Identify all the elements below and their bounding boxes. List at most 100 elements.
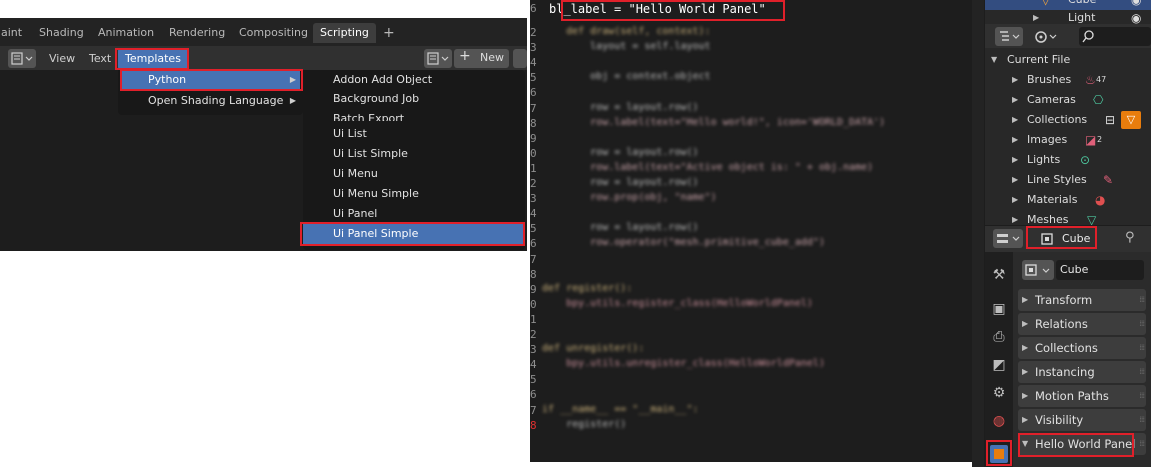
chevron-right-icon[interactable]: ▶: [1012, 110, 1018, 130]
outliner-item-line-styles[interactable]: ▶ Line Styles ✎: [985, 170, 1151, 190]
chevron-right-icon: ▶: [289, 96, 296, 105]
panel-visibility[interactable]: ▶ Visibility ⁞⁞⁞: [1018, 409, 1146, 431]
chevron-right-icon[interactable]: ▶: [1012, 210, 1018, 225]
template-batch-export[interactable]: Batch Export: [333, 109, 404, 121]
template-addon-add-object[interactable]: Addon Add Object: [333, 70, 432, 90]
line-number: 9: [530, 132, 537, 145]
object-data-icon: [1025, 264, 1050, 276]
object-tab-button[interactable]: [990, 445, 1008, 463]
template-ui-panel-simple[interactable]: Ui Panel Simple: [303, 224, 523, 244]
code-editor[interactable]: 6 2 def draw(self, context): 3 layout = se…: [530, 0, 972, 462]
chevron-right-icon: ▶: [1022, 295, 1029, 304]
area-separator[interactable]: [972, 0, 984, 467]
line-number: 2: [530, 328, 537, 341]
outliner-search-field[interactable]: [1079, 27, 1151, 46]
template-ui-menu-simple[interactable]: Ui Menu Simple: [333, 184, 419, 204]
tool-tab-icon[interactable]: ⚒: [990, 266, 1008, 284]
outliner-item-materials[interactable]: ▶ Materials ◕: [985, 190, 1151, 210]
template-background-job[interactable]: Background Job: [333, 89, 419, 109]
drag-handle-icon[interactable]: ⁞⁞⁞: [1139, 313, 1145, 335]
tab-scripting[interactable]: Scripting: [313, 23, 376, 43]
text-browse-button[interactable]: [424, 49, 452, 68]
drag-handle-icon[interactable]: ⁞⁞⁞: [1139, 337, 1145, 359]
render-tab-icon[interactable]: ▣: [990, 300, 1008, 318]
world-tab-icon[interactable]: ◍: [990, 412, 1008, 430]
osl-menu-item[interactable]: Open Shading Language ▶: [122, 91, 300, 111]
chevron-right-icon[interactable]: ▶: [1012, 150, 1018, 170]
view-layer-tab-icon[interactable]: ◩: [990, 356, 1008, 374]
drag-handle-icon[interactable]: ⁞⁞⁞: [1139, 361, 1145, 383]
output-tab-icon[interactable]: ⎙: [990, 328, 1008, 346]
images-count: 2: [1097, 135, 1103, 144]
outliner-item-collections[interactable]: ▶ Collections ⊟ ▽: [985, 110, 1151, 130]
outliner-editor-type-button[interactable]: [995, 27, 1023, 46]
chevron-right-icon[interactable]: ▶: [1012, 90, 1018, 110]
filter-icon[interactable]: ▽: [1121, 111, 1141, 129]
panel-motion-paths[interactable]: ▶ Motion Paths ⁞⁞⁞: [1018, 385, 1146, 407]
line-number: 8: [530, 419, 537, 432]
python-menu-item[interactable]: Python ▶: [122, 70, 300, 90]
tab-rendering[interactable]: Rendering: [162, 23, 232, 43]
outliner-item-meshes[interactable]: ▶ Meshes ▽: [985, 210, 1151, 225]
tab-texture-paint[interactable]: aint: [0, 23, 29, 43]
chevron-right-icon: ▶: [1022, 343, 1029, 352]
template-ui-list[interactable]: Ui List: [333, 124, 367, 144]
view-menu[interactable]: View: [49, 50, 75, 68]
line-number: 0: [530, 147, 537, 160]
outliner-item-brushes[interactable]: ▶ Brushes ♨ 47: [985, 70, 1151, 90]
tab-compositing[interactable]: Compositing: [232, 23, 315, 43]
chevron-right-icon[interactable]: ▶: [1012, 70, 1018, 90]
pin-icon[interactable]: ⚲: [1125, 230, 1135, 245]
template-ui-panel[interactable]: Ui Panel: [333, 204, 377, 224]
cameras-label: Cameras: [1027, 93, 1076, 106]
drag-handle-icon[interactable]: ⁞⁞⁞: [1139, 409, 1145, 431]
add-workspace-button[interactable]: +: [376, 23, 402, 43]
panel-transform[interactable]: ▶ Transform ⁞⁞⁞: [1018, 289, 1146, 311]
line-styles-label: Line Styles: [1027, 173, 1087, 186]
editor-type-button[interactable]: [8, 49, 36, 68]
template-ui-menu[interactable]: Ui Menu: [333, 164, 378, 184]
code-line: row = layout.row(): [542, 177, 699, 188]
object-selector-button[interactable]: [1022, 260, 1054, 280]
text-menu[interactable]: Text: [89, 50, 111, 68]
properties-editor-type-button[interactable]: [993, 229, 1023, 248]
panel-relations[interactable]: ▶ Relations ⁞⁞⁞: [1018, 313, 1146, 335]
material-icon: ◕: [1095, 193, 1106, 207]
chevron-right-icon[interactable]: ▶: [1012, 130, 1018, 150]
template-ui-list-simple[interactable]: Ui List Simple: [333, 144, 408, 164]
tab-animation[interactable]: Animation: [91, 23, 161, 43]
outliner-item-cameras[interactable]: ▶ Cameras ⎔: [985, 90, 1151, 110]
outliner-item-images[interactable]: ▶ Images ◪ 2: [985, 130, 1151, 150]
chevron-down-icon[interactable]: ▼: [991, 50, 997, 70]
chevron-right-icon[interactable]: ▶: [1012, 190, 1018, 210]
brushes-label: Brushes: [1027, 73, 1072, 86]
scene-tab-icon[interactable]: ⚙: [990, 384, 1008, 402]
object-name-field[interactable]: Cube: [1056, 260, 1144, 280]
collection-icon: ⊟: [1105, 113, 1116, 127]
chevron-right-icon[interactable]: ▶: [1012, 170, 1018, 190]
templates-menu[interactable]: Templates: [118, 49, 188, 69]
new-text-button[interactable]: + New: [454, 48, 509, 68]
code-line: if __name__ == "__main__":: [542, 404, 699, 415]
properties-context-object[interactable]: Cube: [1029, 229, 1093, 249]
panel-collections[interactable]: ▶ Collections ⁞⁞⁞: [1018, 337, 1146, 359]
tab-shading[interactable]: Shading: [32, 23, 91, 43]
collections-label: Collections: [1027, 113, 1088, 126]
line-number: 4: [530, 358, 537, 371]
display-mode-button[interactable]: [1029, 27, 1059, 46]
panel-hello-world[interactable]: ▼ Hello World Panel ⁞⁞⁞: [1018, 433, 1146, 455]
images-label: Images: [1027, 133, 1068, 146]
line-number: 7: [530, 102, 537, 115]
chevron-right-icon: ▶: [1022, 415, 1029, 424]
drag-handle-icon[interactable]: ⁞⁞⁞: [1139, 289, 1145, 311]
outliner-current-file[interactable]: ▼ Current File: [985, 50, 1151, 70]
drag-handle-icon[interactable]: ⁞⁞⁞: [1139, 385, 1145, 407]
panel-instancing[interactable]: ▶ Instancing ⁞⁞⁞: [1018, 361, 1146, 383]
linestyle-icon: ✎: [1103, 173, 1114, 187]
object-data-icon: [1041, 233, 1053, 245]
properties-icon: [997, 234, 1020, 243]
open-text-button[interactable]: [513, 49, 527, 68]
line-number: 6: [530, 237, 537, 250]
drag-handle-icon[interactable]: ⁞⁞⁞: [1139, 433, 1145, 455]
outliner-item-lights[interactable]: ▶ Lights ⊙: [985, 150, 1151, 170]
